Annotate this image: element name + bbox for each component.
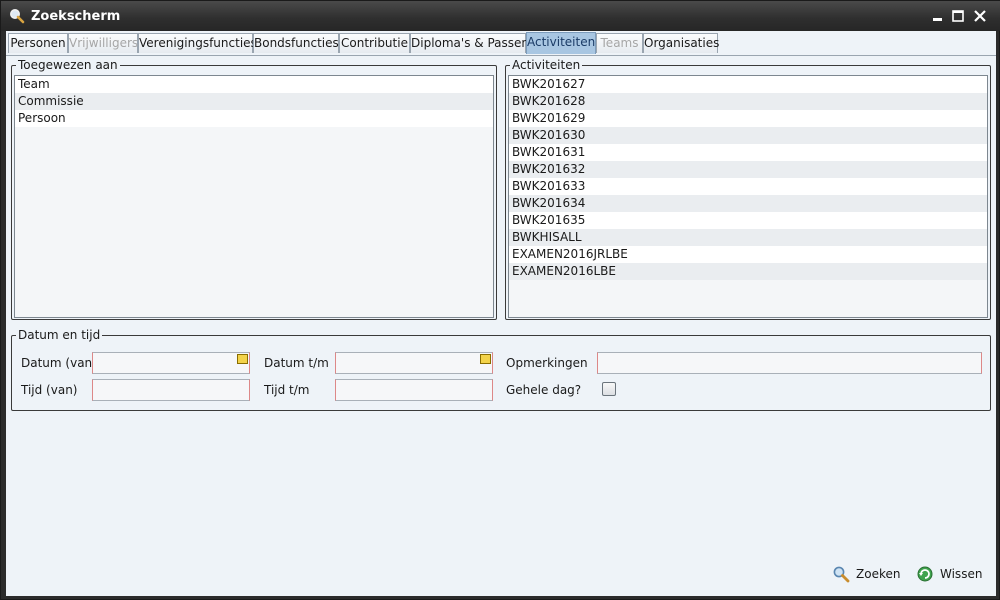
calendar-icon[interactable] xyxy=(237,354,248,364)
wissen-button[interactable]: Wissen xyxy=(916,564,986,584)
datum-van-field[interactable] xyxy=(92,352,250,374)
list-item[interactable]: BWK201633 xyxy=(509,178,987,195)
tab-bondsfuncties[interactable]: Bondsfuncties xyxy=(253,33,339,53)
tab-diplomas-passen[interactable]: Diploma's & Passen xyxy=(410,33,529,53)
tab-label: Verenigingsfuncties xyxy=(139,36,257,50)
list-item[interactable]: BWK201628 xyxy=(509,93,987,110)
list-item[interactable]: BWK201632 xyxy=(509,161,987,178)
gehele-dag-checkbox[interactable] xyxy=(602,382,616,396)
tab-label: Organisaties xyxy=(644,36,720,50)
tijd-van-label: Tijd (van) xyxy=(21,383,78,397)
datum-tm-label: Datum t/m xyxy=(264,356,329,370)
wissen-label: Wissen xyxy=(940,567,983,581)
list-item[interactable]: BWKHISALL xyxy=(509,229,987,246)
tijd-tm-label: Tijd t/m xyxy=(264,383,310,397)
list-item[interactable]: Team xyxy=(15,76,493,93)
list-item[interactable]: EXAMEN2016LBE xyxy=(509,263,987,280)
zoeken-label: Zoeken xyxy=(856,567,901,581)
activiteiten-listbox[interactable]: BWK201627 BWK201628 BWK201629 BWK201630 … xyxy=(508,75,988,318)
tab-teams: Teams xyxy=(596,33,643,53)
toegewezen-listbox[interactable]: Team Commissie Persoon xyxy=(14,75,494,318)
maximize-button[interactable] xyxy=(949,7,967,25)
zoeken-button[interactable]: Zoeken xyxy=(832,564,902,584)
tijd-van-field[interactable] xyxy=(92,379,250,401)
datum-tijd-group: Datum en tijd Datum (van) Datum t/m Opme… xyxy=(11,328,991,411)
list-item[interactable]: BWK201635 xyxy=(509,212,987,229)
client-area: Personen Vrijwilligers Verenigingsfuncti… xyxy=(6,31,996,596)
tab-vrijwilligers: Vrijwilligers xyxy=(68,33,138,53)
title-bar[interactable]: Zoekscherm xyxy=(1,1,1000,31)
activiteiten-title: Activiteiten xyxy=(510,58,583,72)
tab-label: Diploma's & Passen xyxy=(411,36,529,50)
list-item[interactable]: EXAMEN2016JRLBE xyxy=(509,246,987,263)
tab-label: Bondsfuncties xyxy=(254,36,339,50)
list-item[interactable]: Commissie xyxy=(15,93,493,110)
tab-label: Personen xyxy=(10,36,66,50)
window-title: Zoekscherm xyxy=(31,9,121,24)
tab-label: Teams xyxy=(600,36,639,50)
tab-activiteiten[interactable]: Activiteiten xyxy=(526,32,596,54)
gehele-dag-label: Gehele dag? xyxy=(506,383,582,397)
tab-personen[interactable]: Personen xyxy=(8,33,68,53)
search-icon xyxy=(833,566,850,583)
tab-contributie[interactable]: Contributie xyxy=(339,33,410,53)
opmerkingen-label: Opmerkingen xyxy=(506,356,588,370)
opmerkingen-field[interactable] xyxy=(597,352,982,374)
toegewezen-group: Toegewezen aan Team Commissie Persoon xyxy=(11,58,497,320)
tab-label: Activiteiten xyxy=(527,35,596,49)
activiteiten-group: Activiteiten BWK201627 BWK201628 BWK2016… xyxy=(505,58,991,320)
datum-van-label: Datum (van) xyxy=(21,356,97,370)
toegewezen-title: Toegewezen aan xyxy=(16,58,120,72)
tab-divider xyxy=(6,55,996,56)
datum-tijd-title: Datum en tijd xyxy=(16,328,103,342)
window: Zoekscherm Personen Vrijwilligers Vereni… xyxy=(0,0,1000,600)
list-item[interactable]: BWK201630 xyxy=(509,127,987,144)
tijd-tm-field[interactable] xyxy=(335,379,493,401)
minimize-button[interactable] xyxy=(929,7,947,25)
erase-icon xyxy=(917,566,933,582)
list-item[interactable]: BWK201629 xyxy=(509,110,987,127)
tab-strip: Personen Vrijwilligers Verenigingsfuncti… xyxy=(6,32,996,56)
list-item[interactable]: BWK201631 xyxy=(509,144,987,161)
list-item[interactable]: Persoon xyxy=(15,110,493,127)
tab-organisaties[interactable]: Organisaties xyxy=(643,33,720,53)
tab-verenigingsfuncties[interactable]: Verenigingsfuncties xyxy=(138,33,257,53)
tab-label: Contributie xyxy=(341,36,408,50)
datum-tm-field[interactable] xyxy=(335,352,493,374)
close-button[interactable] xyxy=(971,7,989,25)
search-icon xyxy=(10,9,25,24)
list-item[interactable]: BWK201634 xyxy=(509,195,987,212)
calendar-icon[interactable] xyxy=(480,354,491,364)
list-item[interactable]: BWK201627 xyxy=(509,76,987,93)
tab-label: Vrijwilligers xyxy=(69,36,139,50)
